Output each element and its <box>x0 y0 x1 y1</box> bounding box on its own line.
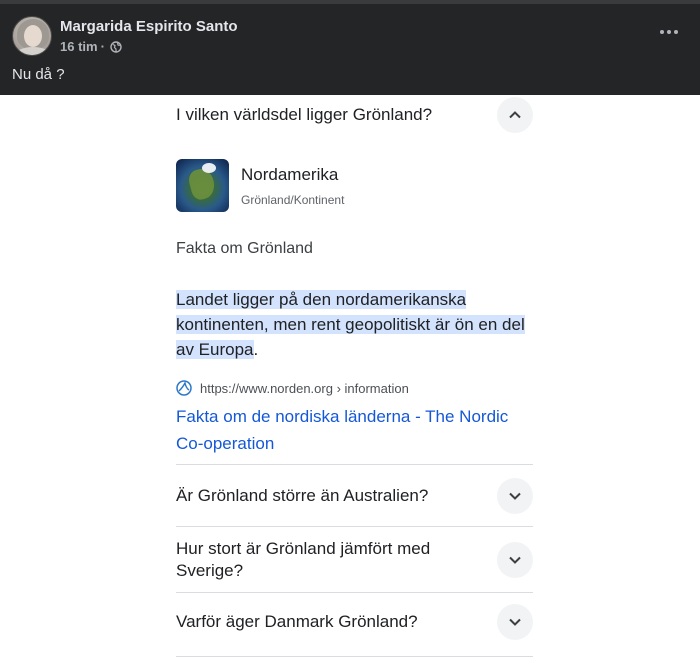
divider <box>176 526 533 527</box>
question-open[interactable]: I vilken världsdel ligger Grönland? <box>176 97 533 133</box>
question-text: Är Grönland större än Australien? <box>176 486 429 505</box>
avatar[interactable] <box>12 16 52 56</box>
globe-icon[interactable] <box>110 40 122 53</box>
divider <box>176 592 533 593</box>
more-options-icon[interactable] <box>655 22 683 42</box>
answer-highlight: Landet ligger på den nordamerikanska kon… <box>176 290 525 359</box>
site-favicon-icon <box>176 380 192 396</box>
globe-thumbnail <box>176 159 229 212</box>
entity-card[interactable]: Nordamerika Grönland/Kontinent <box>176 159 344 212</box>
question-row[interactable]: Hur stort är Grönland jämfört med Sverig… <box>176 538 533 582</box>
source-title-link[interactable]: Fakta om de nordiska länderna - The Nord… <box>176 403 533 457</box>
question-row[interactable]: Är Grönland större än Australien? <box>176 478 533 514</box>
chevron-down-icon[interactable] <box>497 478 533 514</box>
question-open-text: I vilken världsdel ligger Grönland? <box>176 105 433 124</box>
answer-snippet: Landet ligger på den nordamerikanska kon… <box>176 287 533 362</box>
post-text: Nu då ? <box>12 66 65 83</box>
chevron-up-icon[interactable] <box>497 97 533 133</box>
divider <box>176 656 533 657</box>
avatar-face <box>24 25 42 47</box>
chevron-down-icon[interactable] <box>497 604 533 640</box>
post-header: Margarida Espirito Santo 16 tim · Nu då … <box>0 0 700 95</box>
question-text: Varför äger Danmark Grönland? <box>176 612 418 631</box>
fakta-heading: Fakta om Grönland <box>176 240 313 257</box>
author-name[interactable]: Margarida Espirito Santo <box>60 18 238 35</box>
source-line[interactable]: https://www.norden.org › information <box>176 380 409 396</box>
chevron-down-icon[interactable] <box>497 542 533 578</box>
entity-title: Nordamerika <box>241 164 339 184</box>
top-divider <box>0 0 700 4</box>
avatar-shoulders <box>15 47 51 55</box>
question-text: Hur stort är Grönland jämfört med Sverig… <box>176 539 431 580</box>
entity-subtitle: Grönland/Kontinent <box>241 192 345 207</box>
answer-tail: . <box>253 340 259 359</box>
question-row[interactable]: Varför äger Danmark Grönland? <box>176 604 533 640</box>
post-meta: 16 tim · <box>60 39 122 54</box>
post-time[interactable]: 16 tim <box>60 39 98 54</box>
divider <box>176 464 533 465</box>
source-url: https://www.norden.org › information <box>200 380 409 396</box>
meta-separator: · <box>100 39 105 54</box>
